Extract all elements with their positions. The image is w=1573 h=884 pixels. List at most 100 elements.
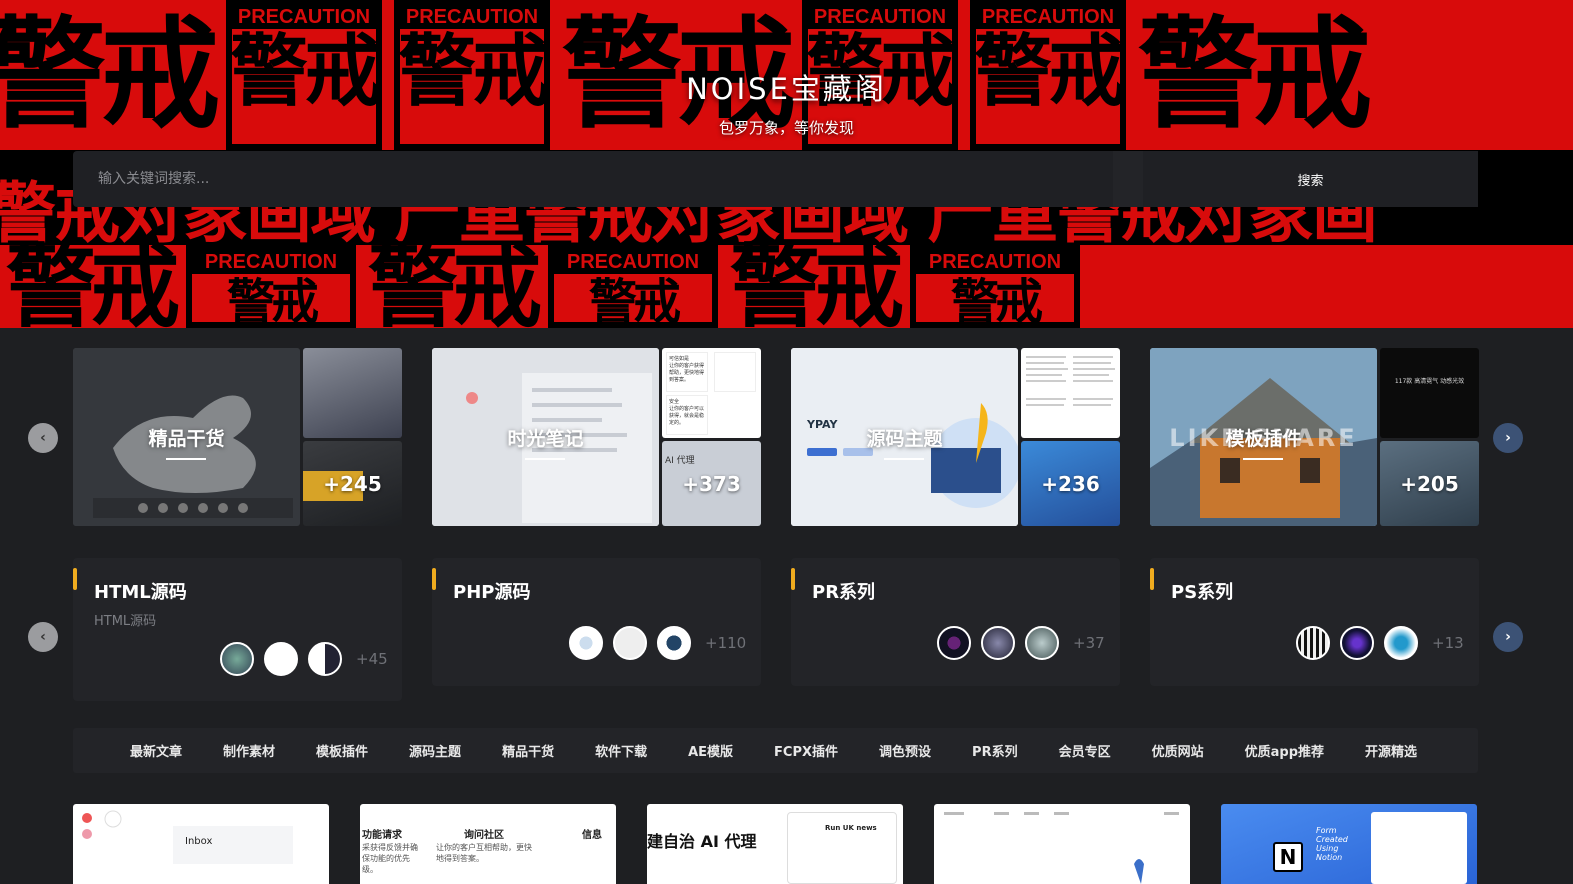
category-card[interactable]: PS系列 +13 [1150, 558, 1479, 686]
post-grid: Inbox 功能请求 询问社区 信息 采获得反馈并确保功能的优先级。 让你的客户… [73, 804, 1477, 884]
avatar[interactable] [613, 626, 647, 660]
bg-band-bottom: 警戒 PRECAUTION 警戒 警戒 PRECAUTION 警戒 警戒 PRECA… [0, 233, 1573, 329]
thumb-text: 可信如是 [669, 356, 690, 362]
feature-card[interactable]: 精品干货 +245 [73, 348, 402, 526]
menu-item[interactable]: 最新文章 [130, 741, 182, 760]
menu-item[interactable]: 源码主题 [409, 741, 461, 760]
thumb-text: 让你的客户可以获得，就会是稳定的。 [669, 406, 705, 426]
category-prev-arrow[interactable]: ‹ [28, 622, 58, 652]
menu-item[interactable]: 优质网站 [1152, 741, 1204, 760]
category-avatars: +45 [220, 642, 388, 676]
post-thumb-text: 信息 [582, 830, 602, 841]
menu-item[interactable]: 会员专区 [1059, 741, 1111, 760]
bg-box: PRECAUTION 警戒 [186, 245, 356, 328]
feature-thumb[interactable]: 可信如是 让你的客户获得帮助，更快地得到答案。 安全 让你的客户可以获得，就会是… [662, 348, 761, 438]
site-tagline: 包罗万象，等你发现 [718, 119, 854, 137]
avatar[interactable] [937, 626, 971, 660]
feature-thumb[interactable]: 117款 高清霓气 动感光效 [1380, 348, 1479, 438]
category-accent-bar [1150, 568, 1154, 590]
menu-item[interactable]: 制作素材 [223, 741, 275, 760]
feature-thumb-more[interactable]: AI 代理 +373 [662, 441, 761, 526]
feature-thumb-more[interactable]: +205 [1380, 441, 1479, 526]
avatar-more-count: +13 [1432, 634, 1464, 652]
feature-card[interactable]: 时光笔记 可信如是 让你的客户获得帮助，更快地得到答案。 安全 让你的客户可以获… [432, 348, 761, 526]
menu-item[interactable]: 开源精选 [1365, 741, 1417, 760]
bg-big-text: 警戒 [368, 233, 542, 329]
post-thumb-text: 采获得反馈并确保功能的优先级。 [362, 843, 418, 874]
bg-precaution-text: PRECAUTION [554, 251, 712, 274]
bg-box-kanji: 警戒 [588, 274, 681, 328]
avatar[interactable] [1025, 626, 1059, 660]
feature-thumb-more[interactable]: +245 [303, 441, 402, 526]
post-card[interactable]: Inbox [73, 804, 329, 884]
category-accent-bar [432, 568, 436, 590]
bg-big-text: 警戒 [730, 233, 904, 329]
post-card[interactable] [934, 804, 1190, 884]
avatar[interactable] [1296, 626, 1330, 660]
feature-card[interactable]: LIKE SHARE 模板插件 117款 高清霓气 动感光效 +205 [1150, 348, 1479, 526]
post-thumb-text: 询问社区 [464, 830, 504, 841]
menu-item[interactable]: PR系列 [972, 741, 1018, 760]
category-card[interactable]: PHP源码 +110 [432, 558, 761, 686]
category-title[interactable]: PR系列 [812, 578, 875, 604]
feature-image[interactable]: YPAY 源码主题 [791, 348, 1018, 526]
site-name[interactable]: NOISE宝藏阁 [0, 66, 1573, 108]
menu-item[interactable]: FCPX插件 [774, 741, 838, 760]
avatar[interactable] [308, 642, 342, 676]
category-subtitle: HTML源码 [94, 614, 157, 629]
feature-thumb-more[interactable]: +236 [1021, 441, 1120, 526]
menu-item[interactable]: 优质app推荐 [1245, 741, 1324, 760]
feature-image[interactable]: 时光笔记 [432, 348, 659, 526]
search-divider [1113, 151, 1143, 207]
thumb-text: 安全 [669, 399, 680, 405]
post-card[interactable]: 功能请求 询问社区 信息 采获得反馈并确保功能的优先级。 让你的客户互相帮助，更… [360, 804, 616, 884]
feature-card[interactable]: YPAY 源码主题 +236 [791, 348, 1120, 526]
avatar[interactable] [981, 626, 1015, 660]
avatar[interactable] [1340, 626, 1374, 660]
chevron-right-icon: › [1505, 430, 1511, 446]
bg-precaution-text: PRECAUTION [916, 251, 1074, 274]
doc-lines-image [1026, 356, 1115, 406]
menu-item[interactable]: 模板插件 [316, 741, 368, 760]
category-card[interactable]: PR系列 +37 [791, 558, 1120, 686]
menu-item[interactable]: 调色预设 [879, 741, 931, 760]
feature-count: +236 [1041, 471, 1100, 496]
feature-label: 精品干货 [148, 424, 225, 460]
avatar[interactable] [569, 626, 603, 660]
category-title[interactable]: HTML源码 [94, 578, 187, 604]
bg-box: PRECAUTION 警戒 [910, 245, 1080, 328]
menu-item[interactable]: 软件下载 [595, 741, 647, 760]
avatar[interactable] [264, 642, 298, 676]
post-card[interactable]: 建自治 AI 代理 Run UK news [647, 804, 903, 884]
category-accent-bar [73, 568, 77, 590]
feature-label: 时光笔记 [507, 424, 584, 460]
category-title[interactable]: PHP源码 [453, 578, 530, 604]
menu-item[interactable]: AE模版 [688, 741, 733, 760]
feature-image[interactable]: 精品干货 [73, 348, 300, 526]
main-content: ‹ › 精品干货 +245 时光笔记 可信如是 让你的客户获得帮助，更快地得到答… [0, 328, 1573, 884]
post-thumb-text: 建自治 AI 代理 [647, 832, 757, 851]
menu-item[interactable]: 精品干货 [502, 741, 554, 760]
search-button[interactable]: 搜索 [1143, 151, 1478, 207]
avatar[interactable] [220, 642, 254, 676]
bg-box-kanji: 警戒 [950, 274, 1043, 328]
search-input[interactable] [73, 151, 1113, 207]
feature-image[interactable]: LIKE SHARE 模板插件 [1150, 348, 1377, 526]
post-thumb-text: Run UK news [825, 824, 877, 832]
category-title[interactable]: PS系列 [1171, 578, 1233, 604]
feature-next-arrow[interactable]: › [1493, 423, 1523, 453]
hero-banner: 警戒 PRECAUTION 警戒 PRECAUTION 警戒 警戒 PRECAUTI… [0, 0, 1573, 328]
feature-thumb[interactable] [1021, 348, 1120, 438]
avatar[interactable] [1384, 626, 1418, 660]
post-card[interactable]: Form Created Using Notion N [1221, 804, 1477, 884]
chevron-right-icon: › [1505, 629, 1511, 645]
category-avatars: +110 [569, 626, 746, 660]
feature-prev-arrow[interactable]: ‹ [28, 423, 58, 453]
post-thumb-text: Form Created Using Notion [1316, 826, 1348, 862]
avatar-more-count: +37 [1073, 634, 1105, 652]
feature-thumb[interactable] [303, 348, 402, 438]
category-next-arrow[interactable]: › [1493, 622, 1523, 652]
avatar[interactable] [657, 626, 691, 660]
category-card[interactable]: HTML源码 HTML源码 +45 [73, 558, 402, 701]
thumb-text: 117款 高清霓气 动感光效 [1394, 378, 1465, 385]
